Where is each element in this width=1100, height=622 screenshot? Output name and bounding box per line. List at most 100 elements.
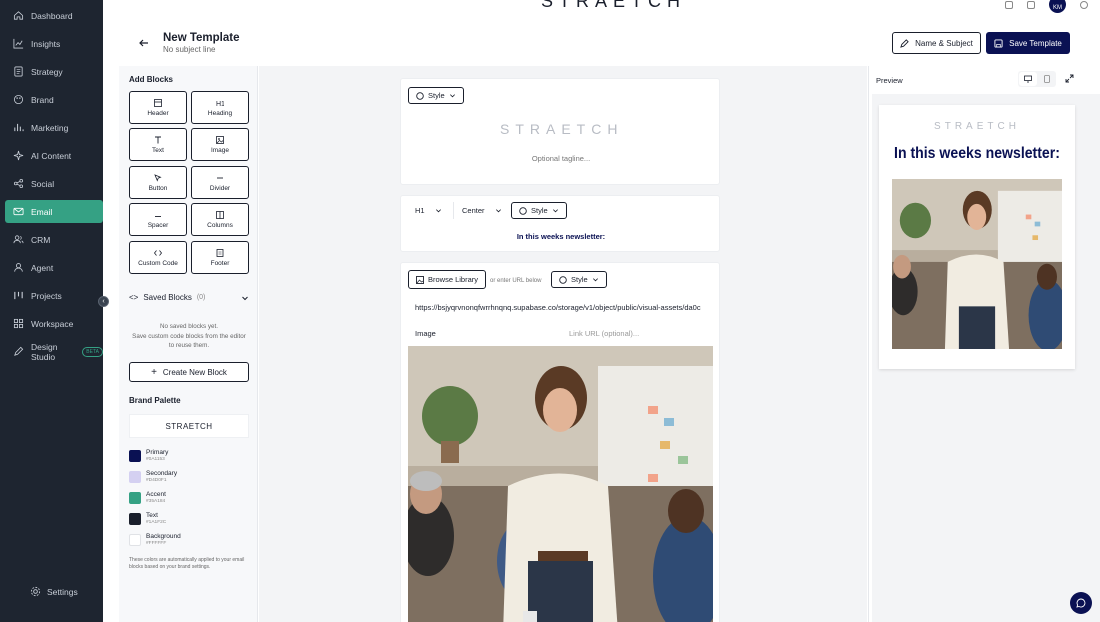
avatar[interactable]: KM [1049, 0, 1066, 13]
palette-icon [559, 275, 567, 284]
heading-text[interactable]: In this weeks newsletter: [401, 232, 721, 241]
block-label: Footer [210, 259, 230, 267]
preview-panel: Preview STRAETCH In this weeks newslette… [868, 66, 1100, 622]
chevron-down-icon [592, 278, 598, 282]
block-label: Custom Code [138, 259, 178, 267]
palette-color-secondary: Secondary #D4D0F1 [129, 470, 177, 484]
brand-logo-preview: STRAETCH [129, 414, 249, 438]
block-label: Button [148, 184, 168, 192]
sidebar-item-email[interactable]: Email [5, 200, 103, 223]
pen-icon [14, 346, 24, 356]
add-block-footer[interactable]: Footer [191, 241, 249, 274]
save-icon [994, 38, 1003, 48]
add-block-divider[interactable]: Divider [191, 166, 249, 199]
mobile-view-button[interactable] [1038, 71, 1056, 87]
heading-level-select[interactable]: H1 [415, 206, 442, 215]
back-arrow-icon[interactable] [138, 37, 150, 49]
color-hex: #FFFFFF [146, 541, 167, 546]
preview-body: STRAETCH In this weeks newsletter: [872, 94, 1100, 622]
color-swatch [129, 450, 141, 462]
block-label: Columns [207, 221, 233, 229]
add-block-spacer[interactable]: Spacer [129, 203, 187, 236]
color-hex: #0A1153 [146, 457, 165, 462]
sidebar-item-insights[interactable]: Insights [5, 32, 103, 55]
grid-icon [13, 318, 24, 329]
desktop-view-button[interactable] [1019, 72, 1037, 86]
add-block-button[interactable]: Button [129, 166, 187, 199]
share-icon[interactable] [1027, 0, 1035, 9]
collapse-sidebar-button[interactable]: ‹ [98, 296, 109, 307]
color-swatch [129, 471, 141, 483]
chevron-down-icon [495, 209, 501, 213]
page-title: New Template [163, 32, 240, 44]
block-label: Image [210, 146, 230, 154]
header-block[interactable]: Style STRAETCH Optional tagline... [400, 78, 720, 185]
image-url-input[interactable]: https://bsjyqrvnonqfwrrhnqnq.supabase.co… [415, 303, 715, 312]
add-block-custom-code[interactable]: Custom Code [129, 241, 187, 274]
sidebar-item-label: CRM [31, 234, 51, 245]
sidebar-item-workspace[interactable]: Workspace [5, 312, 103, 335]
save-template-button[interactable]: Save Template [986, 32, 1070, 54]
color-swatch [129, 534, 141, 546]
sidebar-item-label: Agent [31, 262, 54, 273]
name-subject-button[interactable]: Name & Subject [892, 32, 981, 54]
phone-icon [1044, 75, 1050, 83]
sidebar-item-marketing[interactable]: Marketing [5, 116, 103, 139]
chevron-down-icon [435, 209, 441, 213]
image-icon [416, 275, 424, 284]
newsletter-photo [408, 346, 713, 622]
add-block-image[interactable]: Image [191, 128, 249, 161]
image-block[interactable]: Browse Library or enter URL below Style … [400, 262, 720, 622]
link-url-input[interactable]: Link URL (optional)... [569, 329, 639, 338]
style-button[interactable]: Style [551, 271, 607, 288]
sidebar-item-dashboard[interactable]: Dashboard [5, 4, 103, 27]
plus-icon: + [151, 366, 157, 378]
browse-library-button[interactable]: Browse Library [408, 270, 487, 289]
sidebar-item-label: Workspace [31, 318, 74, 329]
style-button[interactable]: Style [408, 87, 464, 104]
sidebar-item-settings[interactable]: Settings [30, 586, 78, 597]
editor-canvas: Style STRAETCH Optional tagline... H1 Ce… [259, 66, 867, 622]
sidebar-item-projects[interactable]: Projects [5, 284, 103, 307]
preview-photo [892, 179, 1062, 349]
image-alt-input[interactable]: Image [415, 329, 436, 338]
gear-icon[interactable] [1080, 0, 1088, 9]
sidebar-item-strategy[interactable]: Strategy [5, 60, 103, 83]
sidebar-item-design-studio[interactable]: Design Studio BETA [5, 340, 103, 363]
saved-blocks-count: (0) [196, 294, 206, 301]
heading-block[interactable]: H1 Center Style In this weeks newsletter… [400, 195, 720, 252]
alignment-select[interactable]: Center [462, 206, 502, 215]
chat-icon [1076, 598, 1086, 608]
sidebar-item-label: Social [31, 178, 55, 189]
view-toggle [1018, 71, 1056, 87]
add-block-heading[interactable]: H1 Heading [191, 91, 249, 124]
expand-icon[interactable] [1065, 74, 1074, 83]
style-button[interactable]: Style [511, 202, 567, 219]
add-block-columns[interactable]: Columns [191, 203, 249, 236]
sidebar-item-label: Email [31, 206, 53, 217]
sidebar-item-agent[interactable]: Agent [5, 256, 103, 279]
sidebar-item-brand[interactable]: Brand [5, 88, 103, 111]
add-block-header[interactable]: Header [129, 91, 187, 124]
sidebar-item-label: Projects [31, 290, 62, 301]
page-subtitle: No subject line [163, 45, 216, 54]
notification-icon[interactable] [1005, 0, 1013, 9]
spacer-icon [155, 215, 161, 217]
sidebar-item-crm[interactable]: CRM [5, 228, 103, 251]
chat-button[interactable] [1070, 592, 1092, 614]
sidebar-item-label: Dashboard [31, 10, 73, 21]
app-logo: STRAETCH [541, 0, 687, 11]
blocks-panel: Add Blocks Header H1 Heading Text Image Butto… [119, 66, 258, 622]
sidebar-item-ai-content[interactable]: AI Content [5, 144, 103, 167]
user-icon [14, 263, 23, 272]
color-hex: #35A184 [146, 499, 166, 504]
sidebar-item-social[interactable]: Social [5, 172, 103, 195]
create-new-block-button[interactable]: + Create New Block [129, 362, 249, 382]
tagline-text[interactable]: Optional tagline... [401, 154, 721, 163]
chart-line-icon [13, 38, 24, 49]
sidebar-item-label: Marketing [31, 122, 69, 133]
color-name: Text [146, 512, 158, 519]
add-block-text[interactable]: Text [129, 128, 187, 161]
saved-blocks-toggle[interactable]: <> Saved Blocks (0) [129, 293, 249, 302]
beta-badge: BETA [82, 346, 103, 357]
